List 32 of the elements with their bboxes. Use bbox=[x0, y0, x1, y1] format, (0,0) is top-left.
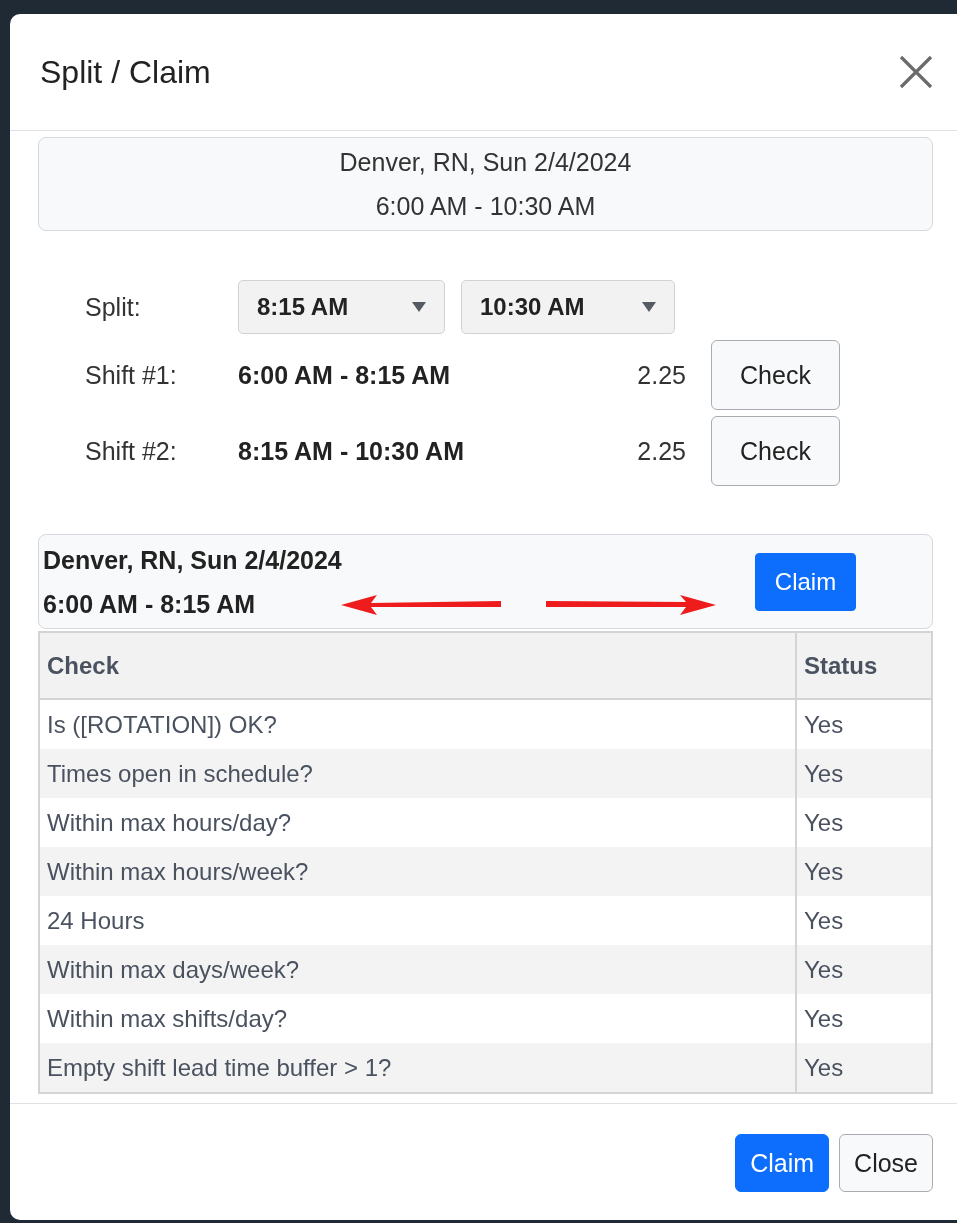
shift-times: 6:00 AM - 8:15 AM bbox=[238, 360, 452, 390]
table-cell: Yes bbox=[796, 749, 932, 798]
time-select[interactable]: 8:15 AM bbox=[238, 280, 445, 334]
shift-label: Shift #2: bbox=[85, 436, 178, 466]
summary-text: Denver, RN, Sun 2/4/2024 bbox=[339, 147, 632, 178]
claim-button[interactable]: Claim bbox=[755, 553, 856, 611]
close-button[interactable]: Close bbox=[839, 1134, 933, 1192]
check-button[interactable]: Check bbox=[711, 340, 840, 410]
table-cell: Yes bbox=[796, 945, 932, 994]
shift-times: 6:00 AM - 8:15 AM bbox=[43, 588, 257, 620]
column-header: Check bbox=[39, 632, 796, 699]
caret-icon bbox=[642, 302, 656, 312]
shift-times: 8:15 AM - 10:30 AM bbox=[238, 436, 465, 466]
table-cell: Yes bbox=[796, 1043, 932, 1093]
table-cell: Empty shift lead time buffer > 1? bbox=[39, 1043, 796, 1093]
time-select[interactable]: 10:30 AM bbox=[461, 280, 675, 334]
claim-button[interactable]: Claim bbox=[735, 1134, 830, 1192]
close-icon[interactable] bbox=[899, 55, 933, 89]
table-cell: Yes bbox=[796, 847, 932, 896]
table-cell: Within max hours/week? bbox=[39, 847, 796, 896]
check-button[interactable]: Check bbox=[711, 416, 840, 486]
shift-label: Shift #1: bbox=[85, 360, 178, 390]
caret-icon bbox=[412, 302, 426, 312]
shift-hours: 2.25 bbox=[636, 436, 686, 466]
shift-hours: 2.25 bbox=[636, 360, 686, 390]
column-header: Status bbox=[796, 632, 932, 699]
dialog-title: Split / Claim bbox=[40, 53, 211, 91]
table-cell: Within max days/week? bbox=[39, 945, 796, 994]
table-cell: Times open in schedule? bbox=[39, 749, 796, 798]
split-label: Split: bbox=[85, 292, 142, 322]
shift-title: Denver, RN, Sun 2/4/2024 bbox=[43, 544, 342, 576]
summary-text: 6:00 AM - 10:30 AM bbox=[375, 191, 596, 222]
